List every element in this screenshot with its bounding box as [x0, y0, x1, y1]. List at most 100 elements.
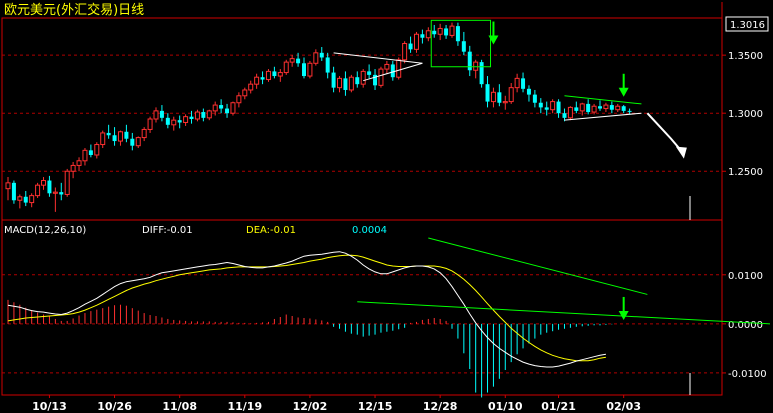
candle-body-down [88, 150, 93, 155]
candle-body-down [586, 103, 591, 113]
candle-body-up [147, 118, 153, 130]
candle-body-up [384, 63, 390, 70]
candle-body-up [378, 68, 384, 86]
date-tick-label: 11/08 [162, 400, 197, 413]
candle-body-up [64, 170, 70, 195]
macd-diff-label: DIFF:-0.01 [142, 225, 193, 236]
candle-body-up [360, 70, 366, 85]
candle-body-down [201, 112, 206, 118]
date-tick-label: 11/19 [227, 400, 262, 413]
candle-body-down [532, 94, 537, 103]
candle-body-down [485, 84, 490, 102]
candle-body-down [319, 52, 324, 58]
last-price-label: 1.3016 [730, 20, 765, 31]
candle-body-up [183, 116, 189, 123]
candle-body-up [254, 76, 260, 85]
macd-dea-label: DEA:-0.01 [246, 225, 296, 236]
candle-body-down [225, 108, 230, 114]
candle-body-down [390, 64, 395, 78]
candle-body-up [567, 106, 573, 119]
candle-body-down [467, 51, 472, 71]
candle-body-down [574, 107, 579, 111]
candle-body-down [420, 34, 425, 38]
candle-body-up [82, 149, 88, 162]
date-tick-label: 10/26 [97, 400, 132, 413]
price-tick-label: 1.3500 [728, 51, 763, 62]
candle-body-down [302, 63, 306, 77]
candle-body-up [473, 61, 479, 71]
date-tick-label: 01/21 [541, 400, 576, 413]
candle-body-down [189, 116, 194, 119]
candle-body-up [236, 95, 242, 104]
candle-body-up [41, 180, 47, 186]
candle-body-up [135, 137, 141, 147]
candle-body-down [296, 58, 301, 64]
candle-body-up [313, 52, 319, 64]
candle-body-down [177, 120, 182, 123]
candle-body-up [550, 101, 556, 111]
candle-body-up [425, 30, 431, 39]
candle-body-up [230, 102, 236, 114]
candle-body-down [260, 77, 265, 80]
candle-body-up [117, 131, 123, 142]
price-tick-label: 1.3000 [728, 109, 763, 120]
candle-body-up [396, 59, 402, 78]
candle-body-up [307, 62, 313, 77]
candle-body-up [615, 105, 621, 111]
candle-body-down [59, 192, 64, 195]
candle-body-up [413, 33, 419, 50]
candle-body-down [343, 78, 348, 90]
candle-body-up [289, 58, 295, 63]
candle-body-down [130, 138, 135, 146]
candle-body-up [265, 70, 271, 81]
candle-body-down [556, 101, 561, 114]
candle-body-down [544, 107, 549, 110]
candle-body-down [562, 113, 567, 118]
candle-body-up [591, 105, 597, 113]
candle-body-down [461, 41, 466, 52]
last-price-tag: 1.3016 [725, 16, 769, 32]
candle-body-up [17, 196, 23, 201]
price-tick-label: 1.2500 [728, 167, 763, 178]
candle-body-up [603, 104, 609, 110]
candle-body-up [242, 89, 248, 97]
macd-label: MACD(12,26,10) [4, 225, 86, 236]
candle-body-up [490, 91, 496, 103]
candle-body-down [479, 62, 484, 85]
candle-body-down [331, 72, 336, 88]
candle-body-up [206, 110, 212, 119]
candle-body-up [171, 119, 177, 126]
candle-body-up [437, 27, 443, 35]
macd-tick-label: -0.0100 [728, 369, 767, 380]
forex-chart: 欧元美元(外汇交易)日线 1.3500 1.3000 1.2500 1.3016 M… [0, 0, 773, 413]
candle-body-up [514, 77, 520, 89]
candle-body-up [141, 128, 147, 139]
candle-body-up [502, 101, 508, 104]
date-tick-label: 12/02 [293, 400, 328, 413]
candle-body-down [621, 106, 626, 111]
candle-body-up [52, 191, 58, 194]
candle-body-down [627, 110, 632, 112]
macd-value-label: 0.0004 [352, 225, 387, 236]
chart-title: 欧元美元(外汇交易)日线 [4, 2, 144, 18]
candle-body-up [277, 72, 283, 77]
candle-body-down [609, 105, 614, 110]
candle-body-down [23, 196, 28, 203]
candle-body-up [35, 184, 41, 197]
candle-body-down [325, 57, 330, 73]
candle-body-up [508, 87, 514, 103]
candle-body-up [76, 160, 82, 166]
candle-body-down [497, 92, 502, 103]
candle-body-down [408, 43, 413, 50]
candle-body-down [598, 106, 602, 109]
candle-body-up [5, 182, 11, 190]
date-tick-label: 12/28 [423, 400, 458, 413]
candle-body-up [70, 164, 76, 172]
candle-body-up [100, 132, 106, 146]
candle-body-down [538, 102, 543, 108]
candle-body-down [432, 30, 437, 35]
candle-body-up [212, 104, 218, 112]
candle-body-down [367, 71, 372, 75]
candle-body-down [455, 26, 460, 42]
candle-body-down [106, 132, 111, 136]
